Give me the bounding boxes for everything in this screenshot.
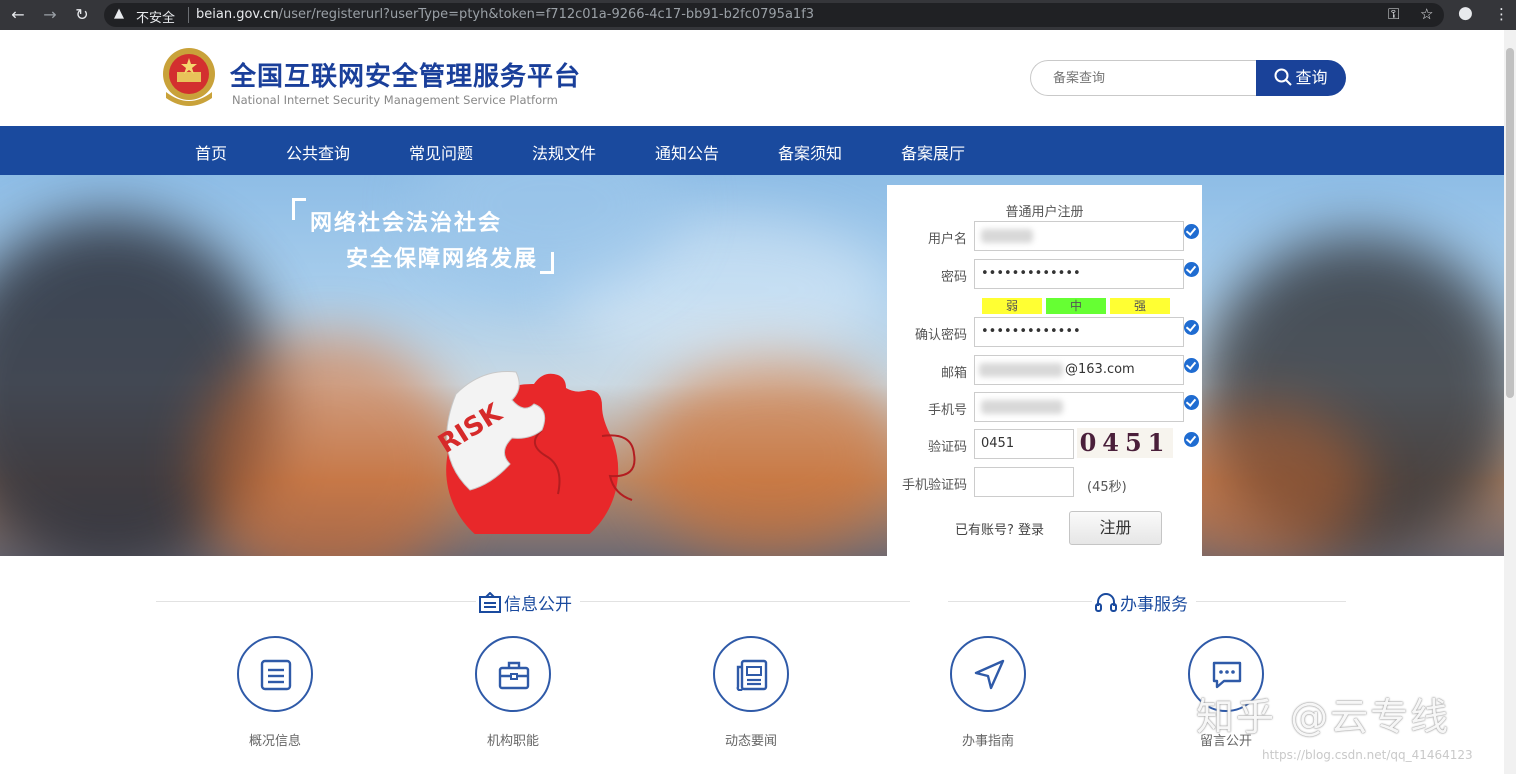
- menu-icon[interactable]: ⋮: [1494, 5, 1509, 23]
- info-section-label: 信息公开: [504, 595, 572, 615]
- search-button-label: 查询: [1295, 68, 1328, 87]
- captcha-input[interactable]: 0451: [974, 429, 1074, 459]
- search-icon: [1274, 68, 1293, 86]
- search-box: [1030, 60, 1260, 96]
- url-domain: beian.gov.cn: [196, 7, 279, 22]
- site-title: 全国互联网安全管理服务平台: [230, 62, 582, 92]
- profile-icon[interactable]: ●: [1458, 3, 1473, 23]
- url-text[interactable]: beian.gov.cn/user/registerurl?userType=p…: [196, 7, 814, 22]
- search-input[interactable]: [1053, 61, 1253, 95]
- banner-slogan-line1: 网络社会法治社会: [310, 211, 503, 236]
- email-label: 邮箱: [940, 366, 967, 381]
- news-label[interactable]: 动态要闻: [691, 730, 811, 749]
- nav-item-filing-guide[interactable]: 备案须知: [778, 140, 842, 164]
- forward-icon[interactable]: →: [40, 5, 60, 24]
- insecure-label[interactable]: 不安全: [136, 7, 175, 26]
- register-form: 普通用户注册 用户名 密码 ••••••••••••• 弱 中 强 确认密码 •…: [887, 185, 1202, 556]
- service-section-label: 办事服务: [1120, 595, 1188, 615]
- divider: [188, 7, 189, 23]
- divider: [580, 601, 910, 602]
- org-functions-button[interactable]: [475, 636, 551, 712]
- slogan-bracket-right: [540, 252, 554, 274]
- username-label: 用户名: [927, 232, 967, 247]
- redacted-username: [981, 229, 1033, 243]
- back-icon[interactable]: ←: [8, 5, 28, 24]
- username-input[interactable]: [974, 221, 1184, 251]
- document-list-icon: [260, 659, 292, 691]
- hero-banner: [0, 175, 1504, 556]
- browser-toolbar: ← → ↻ ▲ 不安全 beian.gov.cn/user/registerur…: [0, 0, 1516, 30]
- national-emblem-icon: [163, 48, 215, 106]
- main-nav: 首页 公共查询 常见问题 法规文件 通知公告 备案须知 备案展厅: [0, 126, 1504, 175]
- password-input[interactable]: •••••••••••••: [974, 259, 1184, 289]
- phone-input[interactable]: [974, 392, 1184, 422]
- service-guide-label[interactable]: 办事指南: [928, 730, 1048, 749]
- watermark-text: 知乎 @云专线: [1196, 695, 1451, 739]
- news-button[interactable]: [713, 636, 789, 712]
- watermark-url: https://blog.csdn.net/qq_41464123: [1262, 748, 1473, 762]
- reload-icon[interactable]: ↻: [72, 5, 92, 24]
- confirm-password-label: 确认密码: [914, 328, 967, 343]
- confirm-password-input[interactable]: •••••••••••••: [974, 317, 1184, 347]
- service-guide-button[interactable]: [950, 636, 1026, 712]
- login-link[interactable]: 已有账号? 登录: [955, 519, 1044, 538]
- confirm-password-valid-icon: [1184, 320, 1199, 335]
- org-functions-label[interactable]: 机构职能: [453, 730, 573, 749]
- password-label: 密码: [940, 270, 967, 285]
- service-section-title: 办事服务: [1094, 590, 1188, 615]
- address-bar[interactable]: ▲ 不安全 beian.gov.cn/user/registerurl?user…: [104, 3, 1444, 27]
- info-section-title: 信息公开: [478, 590, 572, 615]
- username-valid-icon: [1184, 224, 1199, 239]
- site-header: 全国互联网安全管理服务平台 National Internet Security…: [0, 30, 1504, 126]
- strength-strong: 强: [1110, 298, 1170, 314]
- warning-icon[interactable]: ▲: [114, 6, 124, 21]
- newspaper-icon: [736, 659, 768, 691]
- captcha-valid-icon: [1184, 432, 1199, 447]
- url-path: /user/registerurl?userType=ptyh&token=f7…: [278, 7, 815, 22]
- nav-item-exhibition[interactable]: 备案展厅: [901, 140, 965, 164]
- register-title: 普通用户注册: [1005, 205, 1084, 220]
- nav-item-public-query[interactable]: 公共查询: [286, 140, 350, 164]
- sms-countdown[interactable]: (45秒): [1087, 476, 1127, 495]
- overview-info-button[interactable]: [237, 636, 313, 712]
- site-subtitle: National Internet Security Management Se…: [232, 93, 558, 107]
- scrollbar-thumb[interactable]: [1506, 48, 1514, 398]
- divider: [1196, 601, 1346, 602]
- email-input[interactable]: @163.com: [974, 355, 1184, 385]
- overview-info-label[interactable]: 概况信息: [215, 730, 335, 749]
- divider: [948, 601, 1092, 602]
- toolbox-icon: [498, 661, 530, 690]
- phone-label: 手机号: [927, 403, 967, 418]
- phone-valid-icon: [1184, 395, 1199, 410]
- slogan-bracket-left: [292, 198, 306, 220]
- email-suffix: @163.com: [1065, 362, 1135, 377]
- redacted-phone: [981, 400, 1063, 414]
- banner-slogan-line2: 安全保障网络发展: [346, 247, 539, 272]
- sms-code-label: 手机验证码: [901, 478, 967, 493]
- redacted-email: [979, 363, 1063, 377]
- register-button[interactable]: 注册: [1069, 511, 1162, 545]
- nav-item-notices[interactable]: 通知公告: [655, 140, 719, 164]
- search-button[interactable]: 查询: [1256, 60, 1346, 96]
- briefcase-icon: [479, 591, 501, 613]
- sms-code-input[interactable]: [974, 467, 1074, 497]
- navigation-arrow-icon: [974, 659, 1005, 690]
- password-valid-icon: [1184, 262, 1199, 277]
- key-icon[interactable]: ⚿: [1388, 5, 1399, 23]
- nav-item-home[interactable]: 首页: [195, 140, 227, 164]
- headset-icon: [1095, 593, 1117, 612]
- captcha-image[interactable]: 0451: [1077, 428, 1173, 458]
- strength-weak: 弱: [982, 298, 1042, 314]
- star-icon[interactable]: ☆: [1420, 5, 1433, 23]
- strength-medium: 中: [1046, 298, 1106, 314]
- nav-item-faq[interactable]: 常见问题: [409, 140, 473, 164]
- nav-item-regulations[interactable]: 法规文件: [532, 140, 596, 164]
- risk-puzzle-image: RISK: [433, 370, 636, 534]
- divider: [156, 601, 476, 602]
- email-valid-icon: [1184, 358, 1199, 373]
- page-scrollbar[interactable]: [1504, 30, 1516, 774]
- captcha-label: 验证码: [927, 440, 967, 455]
